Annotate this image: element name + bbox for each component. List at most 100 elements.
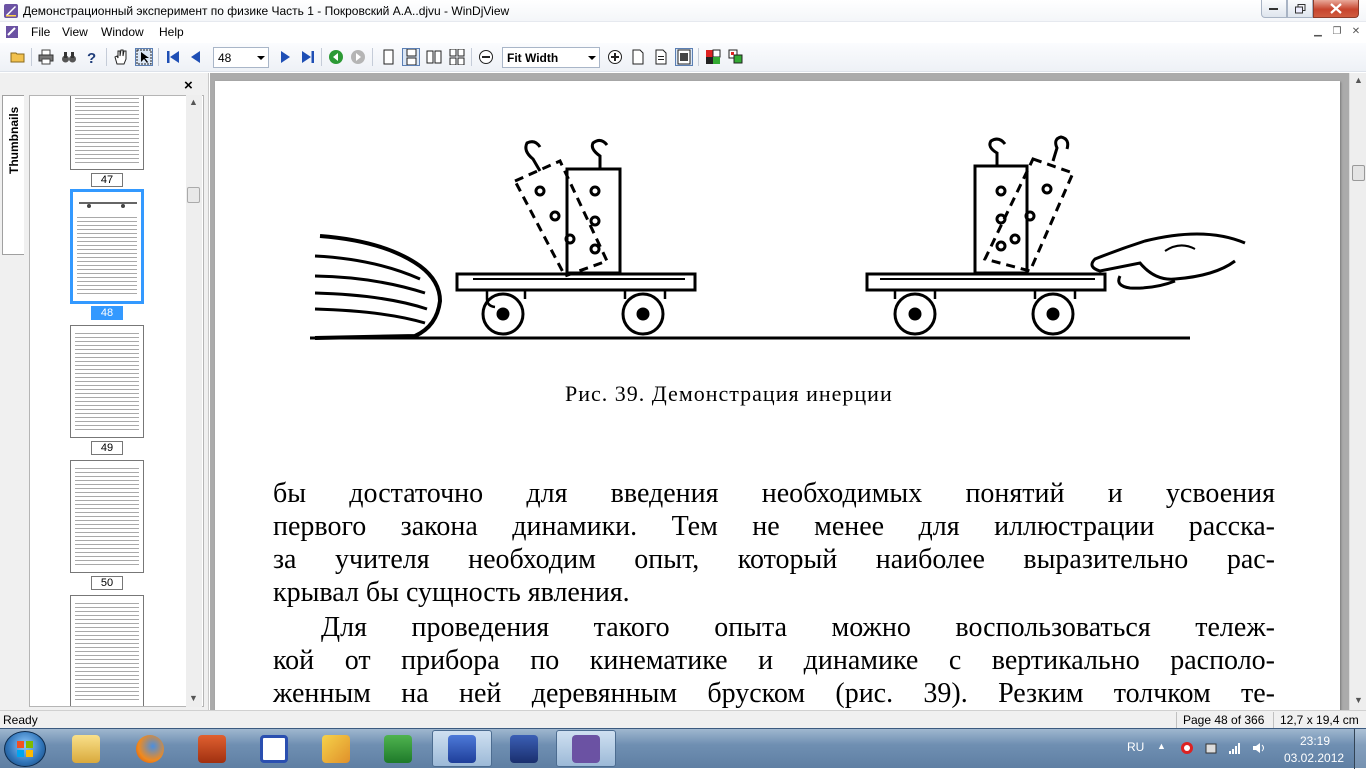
clock-date[interactable]: 03.02.2012: [1284, 751, 1344, 765]
taskbar-windjview[interactable]: [556, 730, 616, 767]
taskbar-excel[interactable]: [368, 730, 428, 767]
help-button[interactable]: ?: [83, 48, 101, 66]
menu-file[interactable]: File: [31, 25, 50, 39]
page-size: 12,7 x 19,4 cm: [1273, 712, 1363, 728]
mdi-minimize-icon[interactable]: ▁: [1310, 25, 1326, 39]
continuous-layout-button[interactable]: [402, 48, 420, 66]
windows-logo-icon: [17, 741, 33, 757]
history-forward-button[interactable]: [349, 48, 367, 66]
lightning-icon: [322, 734, 350, 763]
thumbnail-page-47[interactable]: [70, 96, 144, 170]
menu-help[interactable]: Help: [159, 25, 184, 39]
page-number-value: 48: [218, 51, 232, 65]
pan-tool-button[interactable]: [112, 48, 130, 66]
input-language[interactable]: RU: [1127, 740, 1144, 754]
first-page-icon: [167, 51, 179, 63]
start-button[interactable]: [4, 731, 46, 767]
page-preview: [77, 214, 137, 297]
thumbnail-scroll-thumb[interactable]: [187, 187, 200, 203]
thumbnail-page-51[interactable]: [70, 595, 144, 706]
djvu-icon: [260, 734, 288, 763]
previous-page-button[interactable]: [187, 48, 205, 66]
next-page-button[interactable]: [276, 48, 294, 66]
scroll-down-icon[interactable]: ▼: [1354, 695, 1363, 705]
windjview-icon: [572, 734, 600, 763]
fit-width-button[interactable]: [675, 48, 693, 66]
select-tool-button[interactable]: [135, 48, 153, 66]
close-window-button[interactable]: [1313, 0, 1359, 18]
print-button[interactable]: [37, 48, 55, 66]
tray-device-icon[interactable]: [1204, 741, 1218, 755]
body-text-line: крывал бы сущность явления.: [273, 577, 630, 608]
thumbnail-list[interactable]: 47 48 49 50: [29, 95, 204, 707]
taskbar-firefox[interactable]: [120, 730, 180, 767]
taskbar-explorer[interactable]: [56, 730, 116, 767]
hand-icon: [114, 49, 127, 65]
open-button[interactable]: [9, 48, 27, 66]
layers-mode-button[interactable]: [727, 48, 745, 66]
document-scroll-thumb[interactable]: [1352, 165, 1365, 181]
zoom-in-button[interactable]: [606, 48, 624, 66]
minimize-button[interactable]: [1261, 0, 1287, 18]
excel-icon: [384, 734, 412, 763]
zoom-combo[interactable]: Fit Width: [502, 47, 600, 68]
display-mode-button[interactable]: [704, 48, 722, 66]
clock-time[interactable]: 23:19: [1300, 734, 1330, 748]
fit-width-icon: [677, 49, 691, 65]
thumbnails-tab[interactable]: Thumbnails: [2, 95, 24, 255]
find-button[interactable]: [60, 48, 78, 66]
page-preview: [75, 96, 139, 165]
help-icon: ?: [87, 50, 96, 65]
volume-icon[interactable]: [1252, 741, 1266, 755]
zoom-in-icon: [608, 50, 622, 64]
zoom-out-button[interactable]: [477, 48, 495, 66]
taskbar-winamp[interactable]: [306, 730, 366, 767]
actual-size-button[interactable]: [652, 48, 670, 66]
taskbar-word[interactable]: [432, 730, 492, 767]
fit-page-button[interactable]: [629, 48, 647, 66]
floppy-icon: [510, 734, 538, 763]
body-text-line: первого закона динамики. Тем не менее дл…: [273, 511, 1275, 542]
last-page-icon: [302, 51, 314, 63]
scroll-down-icon[interactable]: ▼: [189, 693, 198, 703]
facing-layout-button[interactable]: [425, 48, 443, 66]
document-scrollbar[interactable]: ▲ ▼: [1349, 73, 1366, 710]
page-preview: [75, 465, 139, 568]
scroll-up-icon[interactable]: ▲: [1354, 75, 1363, 85]
thumbnail-page-50[interactable]: [70, 460, 144, 573]
show-desktop-button[interactable]: [1354, 729, 1366, 769]
taskbar-djvu[interactable]: [244, 730, 304, 767]
last-page-button[interactable]: [299, 48, 317, 66]
window-title: Демонстрационный эксперимент по физике Ч…: [23, 4, 510, 18]
title-bar[interactable]: Демонстрационный эксперимент по физике Ч…: [0, 0, 1366, 22]
mdi-close-icon[interactable]: ✕: [1348, 25, 1364, 39]
document-menu-icon[interactable]: [4, 24, 20, 40]
continuous-facing-icon: [449, 49, 465, 65]
first-page-button[interactable]: [164, 48, 182, 66]
next-page-icon: [281, 51, 290, 63]
forward-arrow-icon: [351, 50, 365, 64]
history-back-button[interactable]: [327, 48, 345, 66]
maximize-button[interactable]: [1287, 0, 1313, 18]
zoom-out-icon: [479, 50, 493, 64]
network-signal-icon[interactable]: [1228, 741, 1242, 755]
single-page-icon: [383, 49, 394, 65]
taskbar-save[interactable]: [494, 730, 554, 767]
menu-view[interactable]: View: [62, 25, 88, 39]
continuous-facing-layout-button[interactable]: [448, 48, 466, 66]
scroll-up-icon[interactable]: ▲: [189, 97, 198, 107]
tray-expand-icon[interactable]: ▲: [1157, 741, 1171, 755]
menu-bar: File View Window Help ▁ ❐ ✕: [0, 22, 1366, 42]
thumbnail-page-48[interactable]: [70, 189, 144, 304]
document-viewer[interactable]: · Рис. 39. Демонстрация инерции бы доста…: [210, 73, 1349, 710]
taskbar-shredder[interactable]: [182, 730, 242, 767]
color-mode-icon: [706, 49, 721, 64]
sidebar-close-icon[interactable]: ×: [184, 78, 193, 93]
thumbnail-scrollbar[interactable]: ▲ ▼: [186, 95, 202, 707]
page-number-combo[interactable]: 48: [213, 47, 269, 68]
tray-app-icon[interactable]: [1180, 741, 1194, 755]
mdi-restore-icon[interactable]: ❐: [1329, 25, 1345, 39]
single-page-layout-button[interactable]: [379, 48, 397, 66]
thumbnail-page-49[interactable]: [70, 325, 144, 438]
menu-window[interactable]: Window: [101, 25, 144, 39]
